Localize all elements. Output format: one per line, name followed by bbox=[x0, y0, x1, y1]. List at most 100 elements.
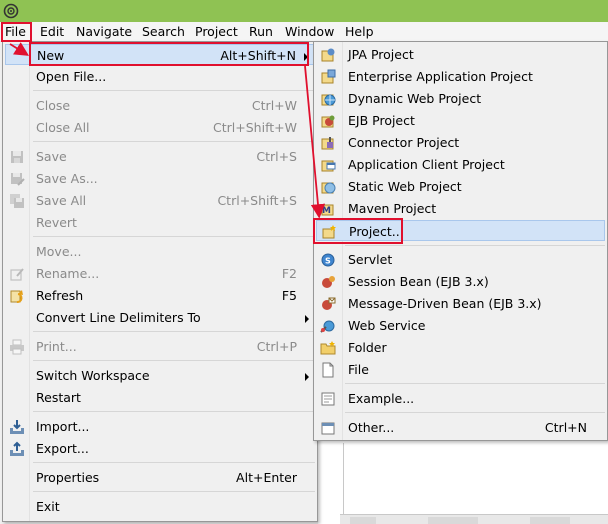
menu-item-shortcut: F5 bbox=[281, 288, 297, 303]
file-menu-item-close-all[interactable]: Close All Ctrl+Shift+W bbox=[5, 117, 315, 138]
file-menu-item-rename[interactable]: Rename... F2 bbox=[5, 263, 315, 284]
new-menu-item-servlet[interactable]: S Servlet bbox=[316, 249, 605, 270]
file-menu-item-exit[interactable]: Exit bbox=[5, 496, 315, 517]
menu-search[interactable]: Search bbox=[139, 24, 188, 41]
menu-item-label: Example... bbox=[348, 391, 415, 406]
other-wizard-icon bbox=[321, 422, 335, 435]
new-menu-item-dynamic-web-project[interactable]: Dynamic Web Project bbox=[316, 88, 605, 109]
menu-edit[interactable]: Edit bbox=[37, 24, 67, 41]
file-menu-item-restart[interactable]: Restart bbox=[5, 387, 315, 408]
svg-text:S: S bbox=[325, 257, 331, 266]
file-menu-item-save-as[interactable]: Save As... bbox=[5, 168, 315, 189]
menu-navigate[interactable]: Navigate bbox=[73, 24, 135, 41]
print-icon bbox=[10, 339, 24, 355]
file-menu-item-close[interactable]: Close Ctrl+W bbox=[5, 95, 315, 116]
file-menu-item-switch-workspace[interactable]: Switch Workspace bbox=[5, 365, 315, 386]
example-icon bbox=[321, 392, 335, 406]
new-menu-item-application-client-project[interactable]: Application Client Project bbox=[316, 154, 605, 175]
web-service-icon bbox=[320, 320, 335, 333]
new-menu-item-ejb-project[interactable]: EJB Project bbox=[316, 110, 605, 131]
workspace-divider bbox=[343, 443, 344, 518]
message-driven-bean-icon bbox=[322, 297, 336, 310]
menu-item-label: Open File... bbox=[36, 69, 107, 84]
new-menu-item-web-service[interactable]: Web Service bbox=[316, 315, 605, 336]
file-menu-item-save-all[interactable]: Save All Ctrl+Shift+S bbox=[5, 190, 315, 211]
menu-separator bbox=[33, 90, 315, 91]
menu-item-label: Close bbox=[36, 98, 71, 113]
menu-project[interactable]: Project bbox=[192, 24, 241, 41]
servlet-icon: S bbox=[321, 253, 335, 267]
menu-separator bbox=[33, 360, 315, 361]
menu-item-shortcut: Ctrl+Shift+S bbox=[217, 193, 297, 208]
new-menu-item-example[interactable]: Example... bbox=[316, 388, 605, 409]
menu-item-label: Other... bbox=[348, 420, 395, 435]
file-menu-item-save[interactable]: Save Ctrl+S bbox=[5, 146, 315, 167]
rename-icon bbox=[10, 268, 24, 281]
menu-separator bbox=[33, 141, 315, 142]
file-menu-item-export[interactable]: Export... bbox=[5, 438, 315, 459]
file-menu-item-properties[interactable]: Properties Alt+Enter bbox=[5, 467, 315, 488]
bottom-tab[interactable] bbox=[530, 517, 570, 524]
menu-separator bbox=[33, 236, 315, 237]
save-all-icon bbox=[10, 194, 24, 208]
menu-item-label: Convert Line Delimiters To bbox=[36, 310, 201, 325]
new-menu-item-maven-project[interactable]: M Maven Project bbox=[316, 198, 605, 219]
save-icon bbox=[11, 151, 23, 163]
menu-item-shortcut: Ctrl+Shift+W bbox=[213, 120, 297, 135]
menu-separator bbox=[345, 383, 605, 384]
bottom-tab[interactable] bbox=[428, 517, 478, 524]
menu-item-label: JPA Project bbox=[348, 47, 414, 62]
new-menu-item-session-bean[interactable]: Session Bean (EJB 3.x) bbox=[316, 271, 605, 292]
new-menu-item-file[interactable]: File bbox=[316, 359, 605, 380]
menu-item-shortcut: Ctrl+S bbox=[256, 149, 297, 164]
file-menu-item-convert-line-delimiters[interactable]: Convert Line Delimiters To bbox=[5, 307, 315, 328]
menu-item-shortcut: Ctrl+W bbox=[251, 98, 297, 113]
menu-item-label: Application Client Project bbox=[348, 157, 505, 172]
connector-project-icon bbox=[321, 137, 334, 150]
menu-separator bbox=[33, 462, 315, 463]
menu-item-shortcut: Ctrl+P bbox=[256, 339, 297, 354]
file-menu-item-move[interactable]: Move... bbox=[5, 241, 315, 262]
menu-item-label: Rename... bbox=[36, 266, 100, 281]
file-menu-item-open-file[interactable]: Open File... bbox=[5, 66, 315, 87]
menu-item-shortcut: Ctrl+N bbox=[544, 420, 587, 435]
menu-item-label: Restart bbox=[36, 390, 81, 405]
static-web-project-icon bbox=[321, 182, 336, 194]
menu-help[interactable]: Help bbox=[342, 24, 377, 41]
file-menu-item-import[interactable]: Import... bbox=[5, 416, 315, 437]
menu-item-label: Export... bbox=[36, 441, 89, 456]
maven-project-icon: M bbox=[321, 204, 334, 216]
file-menu-item-print[interactable]: Print... Ctrl+P bbox=[5, 336, 315, 357]
bottom-tab[interactable] bbox=[350, 517, 376, 524]
new-menu-item-jpa-project[interactable]: JPA Project bbox=[316, 44, 605, 65]
new-menu-item-message-driven-bean[interactable]: Message-Driven Bean (EJB 3.x) bbox=[316, 293, 605, 314]
file-menu: New Alt+Shift+N Open File... Close Ctrl+… bbox=[2, 41, 318, 522]
menu-item-label: Move... bbox=[36, 244, 82, 259]
file-icon bbox=[322, 362, 334, 378]
new-menu-item-connector-project[interactable]: Connector Project bbox=[316, 132, 605, 153]
menu-item-label: Print... bbox=[36, 339, 77, 354]
menu-item-label: Folder bbox=[348, 340, 387, 355]
menu-item-shortcut: Alt+Enter bbox=[236, 470, 297, 485]
file-menu-item-revert[interactable]: Revert bbox=[5, 212, 315, 233]
session-bean-icon bbox=[322, 276, 335, 288]
menu-item-label: File bbox=[348, 362, 369, 377]
new-menu-item-static-web-project[interactable]: Static Web Project bbox=[316, 176, 605, 197]
new-menu-item-other[interactable]: Other... Ctrl+N bbox=[316, 417, 605, 438]
menu-item-label: Refresh bbox=[36, 288, 84, 303]
dynamic-web-project-icon bbox=[321, 94, 336, 106]
menu-item-label: Connector Project bbox=[348, 135, 460, 150]
import-icon bbox=[10, 420, 24, 434]
menu-item-label: Properties bbox=[36, 470, 100, 485]
menu-separator bbox=[33, 491, 315, 492]
file-menu-item-refresh[interactable]: Refresh F5 bbox=[5, 285, 315, 306]
new-menu-item-enterprise-application-project[interactable]: Enterprise Application Project bbox=[316, 66, 605, 87]
export-icon bbox=[10, 441, 24, 456]
new-menu-item-folder[interactable]: Folder bbox=[316, 337, 605, 358]
menu-item-label: Maven Project bbox=[348, 201, 437, 216]
application-client-project-icon bbox=[321, 160, 336, 172]
menu-item-label: Web Service bbox=[348, 318, 426, 333]
menu-run[interactable]: Run bbox=[246, 24, 276, 41]
menu-item-label: EJB Project bbox=[348, 113, 415, 128]
menu-window[interactable]: Window bbox=[282, 24, 337, 41]
